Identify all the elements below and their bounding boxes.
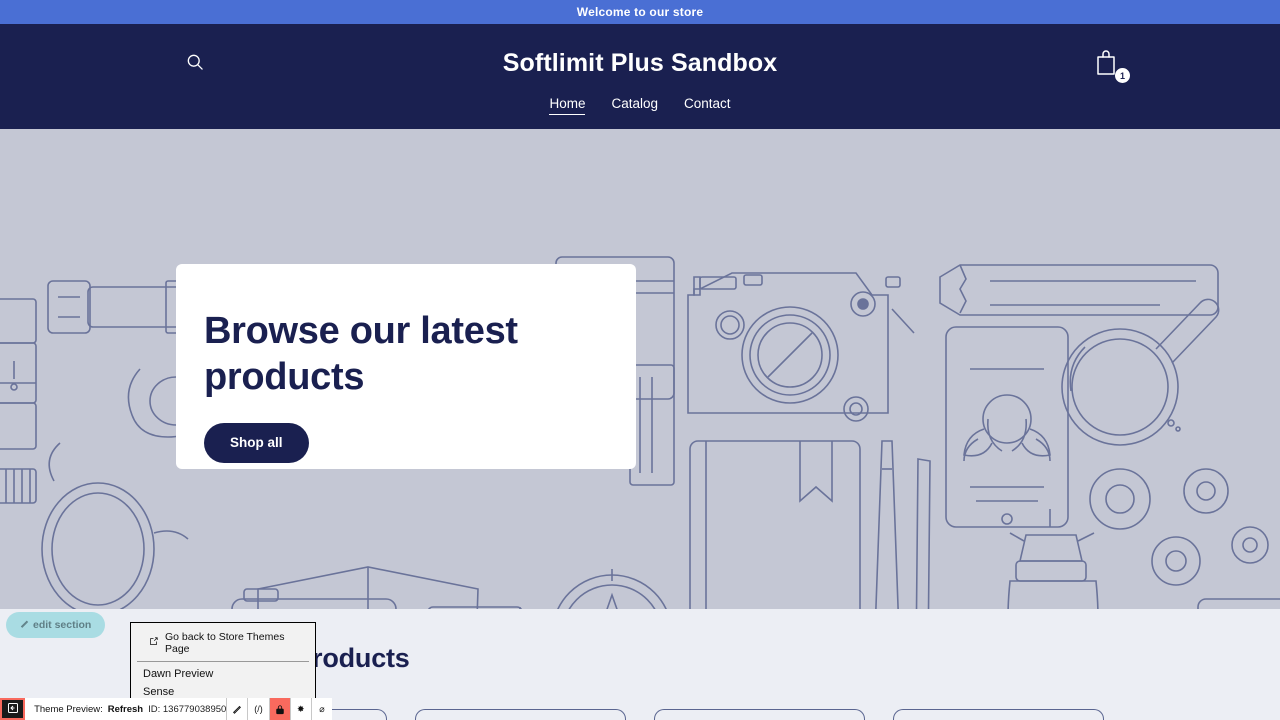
product-card[interactable] xyxy=(654,709,865,720)
panel-toggle-icon xyxy=(7,702,19,717)
theme-bar-label[interactable]: Theme Preview: Refresh ID: 136779038950 xyxy=(25,698,227,720)
product-card[interactable] xyxy=(893,709,1104,720)
main-navigation: Home Catalog Contact xyxy=(0,94,1280,115)
pencil-icon xyxy=(20,619,29,631)
theme-bar-id: ID: 136779038950 xyxy=(148,703,227,715)
bug-icon[interactable]: ✸ xyxy=(289,698,311,720)
cart-count-badge: 1 xyxy=(1115,68,1130,83)
search-button[interactable] xyxy=(178,46,212,80)
external-link-icon xyxy=(149,637,158,649)
hero-banner: Browse our latest products Shop all xyxy=(0,129,1280,609)
nav-link-contact[interactable]: Contact xyxy=(684,94,731,115)
edit-section-label: edit section xyxy=(33,619,92,631)
theme-bar-prefix: Theme Preview: xyxy=(34,703,103,715)
go-back-label: Go back to Store Themes Page xyxy=(165,631,285,655)
nav-link-catalog[interactable]: Catalog xyxy=(611,94,658,115)
search-icon xyxy=(185,52,205,75)
hero-title: Browse our latest products xyxy=(204,310,518,399)
theme-bar-theme-name: Refresh xyxy=(107,703,144,715)
eye-off-icon[interactable]: ⌀ xyxy=(310,698,332,720)
shop-all-button[interactable]: Shop all xyxy=(204,422,309,463)
theme-menu-item-dawn-preview[interactable]: Dawn Preview xyxy=(131,665,315,683)
code-icon[interactable]: (/) xyxy=(247,698,269,720)
lock-icon[interactable] xyxy=(268,698,290,720)
hero-card: Browse our latest products Shop all xyxy=(176,264,636,469)
cart-button[interactable]: 1 xyxy=(1088,42,1130,84)
theme-bar-toggle-button[interactable] xyxy=(0,698,26,720)
site-header: Softlimit Plus Sandbox 1 Home Catalog Co… xyxy=(0,24,1280,129)
pencil-icon[interactable] xyxy=(226,698,248,720)
theme-preview-bar: Theme Preview: Refresh ID: 136779038950 … xyxy=(0,698,332,720)
announcement-text: Welcome to our store xyxy=(576,5,704,19)
nav-link-home[interactable]: Home xyxy=(549,94,586,115)
go-back-to-store-themes-link[interactable]: Go back to Store Themes Page xyxy=(137,629,309,662)
announcement-bar: Welcome to our store xyxy=(0,0,1280,24)
edit-section-badge[interactable]: edit section xyxy=(6,612,106,638)
product-card[interactable] xyxy=(415,709,626,720)
header-top-row: Softlimit Plus Sandbox 1 xyxy=(0,34,1280,92)
